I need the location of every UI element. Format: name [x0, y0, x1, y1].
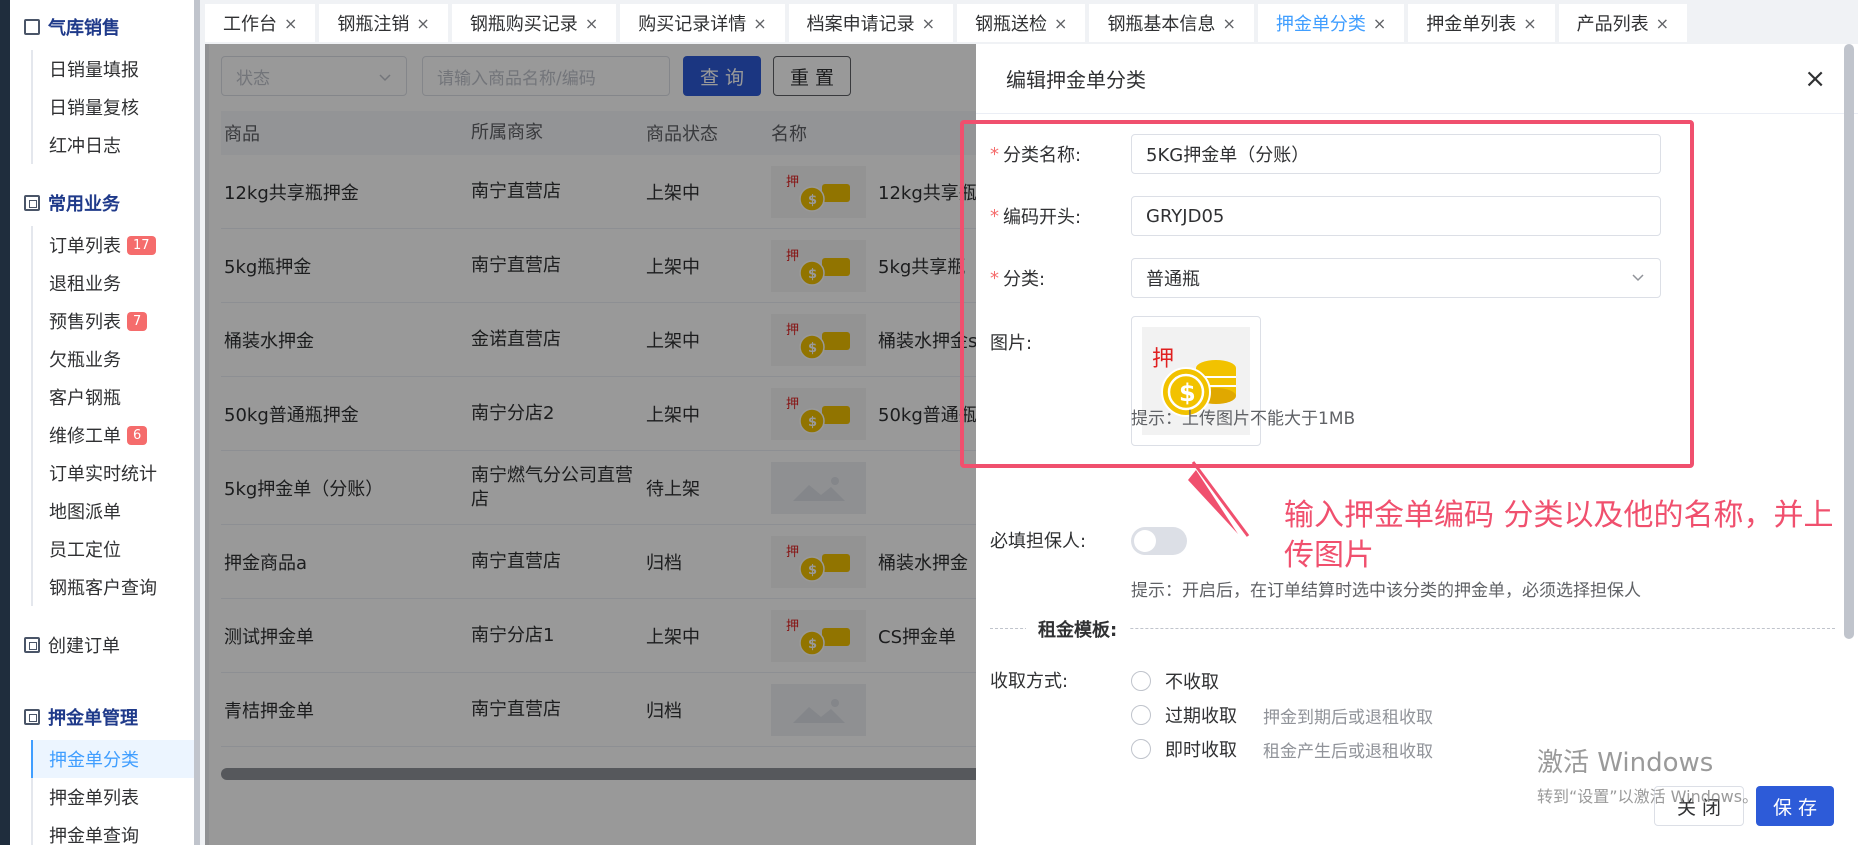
- drawer-scrollbar[interactable]: [1844, 44, 1854, 639]
- close-icon[interactable]: ×: [416, 14, 429, 33]
- sidebar-group-deposit-management[interactable]: 押金单管理: [24, 702, 138, 732]
- list-icon: [24, 709, 40, 725]
- sidebar-item-deposit-category[interactable]: 押金单分类: [31, 740, 194, 778]
- close-icon[interactable]: ×: [585, 14, 598, 33]
- sidebar-item-deposit-query[interactable]: 押金单查询: [31, 816, 194, 845]
- radio-circle[interactable]: [1131, 739, 1151, 759]
- sidebar-group-common-business[interactable]: 常用业务: [24, 188, 120, 218]
- tab-bottle-purchase-records[interactable]: 钢瓶购买记录 ×: [451, 4, 617, 42]
- sidebar-item-order-realtime-stats[interactable]: 订单实时统计: [31, 454, 194, 492]
- sidebar-item-deposit-list[interactable]: 押金单列表: [31, 778, 194, 816]
- sidebar-item-customer-bottles[interactable]: 客户钢瓶: [31, 378, 194, 416]
- tab-bar: 工作台 × 钢瓶注销 × 钢瓶购买记录 × 购买记录详情 × 档案申请记录 × 钢瓶送检 ×…: [205, 0, 1858, 44]
- sidebar-item-repair-orders[interactable]: 维修工单 6: [31, 416, 194, 454]
- close-icon[interactable]: ×: [922, 14, 935, 33]
- sidebar-item-staff-location[interactable]: 员工定位: [31, 530, 194, 568]
- tab-deposit-category[interactable]: 押金单分类 ×: [1257, 4, 1405, 42]
- sidebar: 气库销售 日销量填报 日销量复核 红冲日志 常用业务 订单列表 17 退租业务 预…: [0, 0, 196, 845]
- close-icon[interactable]: ×: [1523, 14, 1536, 33]
- close-icon[interactable]: ×: [753, 14, 766, 33]
- sidebar-item-order-list[interactable]: 订单列表 17: [31, 226, 194, 264]
- radio-expiry-charge[interactable]: 过期收取 押金到期后或退租收取: [1131, 702, 1433, 728]
- radio-circle[interactable]: [1131, 705, 1151, 725]
- close-icon[interactable]: ×: [1656, 14, 1669, 33]
- sidebar-item-presale-list[interactable]: 预售列表 7: [31, 302, 194, 340]
- sidebar-group-gas-sales[interactable]: 气库销售: [24, 12, 120, 42]
- drawer-header: 编辑押金单分类: [976, 44, 1858, 114]
- plus-square-icon: [24, 637, 40, 653]
- list-icon: [24, 195, 40, 211]
- tab-product-list[interactable]: 产品列表 ×: [1558, 4, 1688, 42]
- charge-method-label: 收取方式:: [990, 671, 1069, 692]
- guarantor-toggle[interactable]: [1131, 527, 1187, 555]
- sidebar-item-owed-bottles[interactable]: 欠瓶业务: [31, 340, 194, 378]
- close-icon[interactable]: ×: [1054, 14, 1067, 33]
- tab-bottle-basic-info[interactable]: 钢瓶基本信息 ×: [1089, 4, 1254, 42]
- drawer-title: 编辑押金单分类: [1006, 68, 1146, 92]
- windows-watermark: 激活 Windows 转到“设置”以激活 Windows。: [1537, 748, 1759, 806]
- close-icon[interactable]: ×: [1804, 66, 1826, 92]
- sidebar-scrollbar[interactable]: [194, 0, 200, 845]
- sidebar-item-daily-sales-review[interactable]: 日销量复核: [31, 88, 194, 126]
- order-count-badge: 17: [127, 235, 156, 255]
- sidebar-item-bottle-customer-query[interactable]: 钢瓶客户查询: [31, 568, 194, 606]
- close-icon[interactable]: ×: [1373, 14, 1386, 33]
- close-icon[interactable]: ×: [1222, 14, 1235, 33]
- sidebar-group-create-order[interactable]: 创建订单: [24, 630, 120, 660]
- sidebar-edge: [0, 0, 10, 845]
- annotation-highlight-box: [960, 120, 1694, 468]
- sidebar-item-return-rent[interactable]: 退租业务: [31, 264, 194, 302]
- repair-count-badge: 6: [127, 425, 148, 445]
- sidebar-item-daily-sales-entry[interactable]: 日销量填报: [31, 50, 194, 88]
- close-icon[interactable]: ×: [284, 14, 297, 33]
- tab-purchase-record-detail[interactable]: 购买记录详情 ×: [620, 4, 785, 42]
- presale-count-badge: 7: [127, 311, 148, 331]
- radio-circle[interactable]: [1131, 671, 1151, 691]
- radio-no-charge[interactable]: 不收取: [1131, 668, 1219, 694]
- tab-archive-application[interactable]: 档案申请记录 ×: [788, 4, 954, 42]
- tab-bottle-inspection[interactable]: 钢瓶送检 ×: [957, 4, 1086, 42]
- sidebar-item-map-dispatch[interactable]: 地图派单: [31, 492, 194, 530]
- tab-workbench[interactable]: 工作台 ×: [205, 4, 316, 42]
- save-button[interactable]: 保 存: [1756, 786, 1834, 826]
- annotation-text: 输入押金单编码 分类以及他的名称，并上传图片: [1284, 498, 1834, 573]
- guarantor-hint: 提示：开启后，在订单结算时选中该分类的押金单，必须选择担保人: [1131, 581, 1641, 601]
- document-icon: [24, 19, 40, 35]
- tab-bottle-cancel[interactable]: 钢瓶注销 ×: [319, 4, 448, 42]
- tab-deposit-list[interactable]: 押金单列表 ×: [1408, 4, 1555, 42]
- guarantor-label: 必填担保人:: [990, 531, 1087, 552]
- radio-instant-charge[interactable]: 即时收取 租金产生后或退租收取: [1131, 736, 1433, 762]
- sidebar-item-red-flush-log[interactable]: 红冲日志: [31, 126, 194, 164]
- rent-template-title: 租金模板:: [1026, 616, 1130, 642]
